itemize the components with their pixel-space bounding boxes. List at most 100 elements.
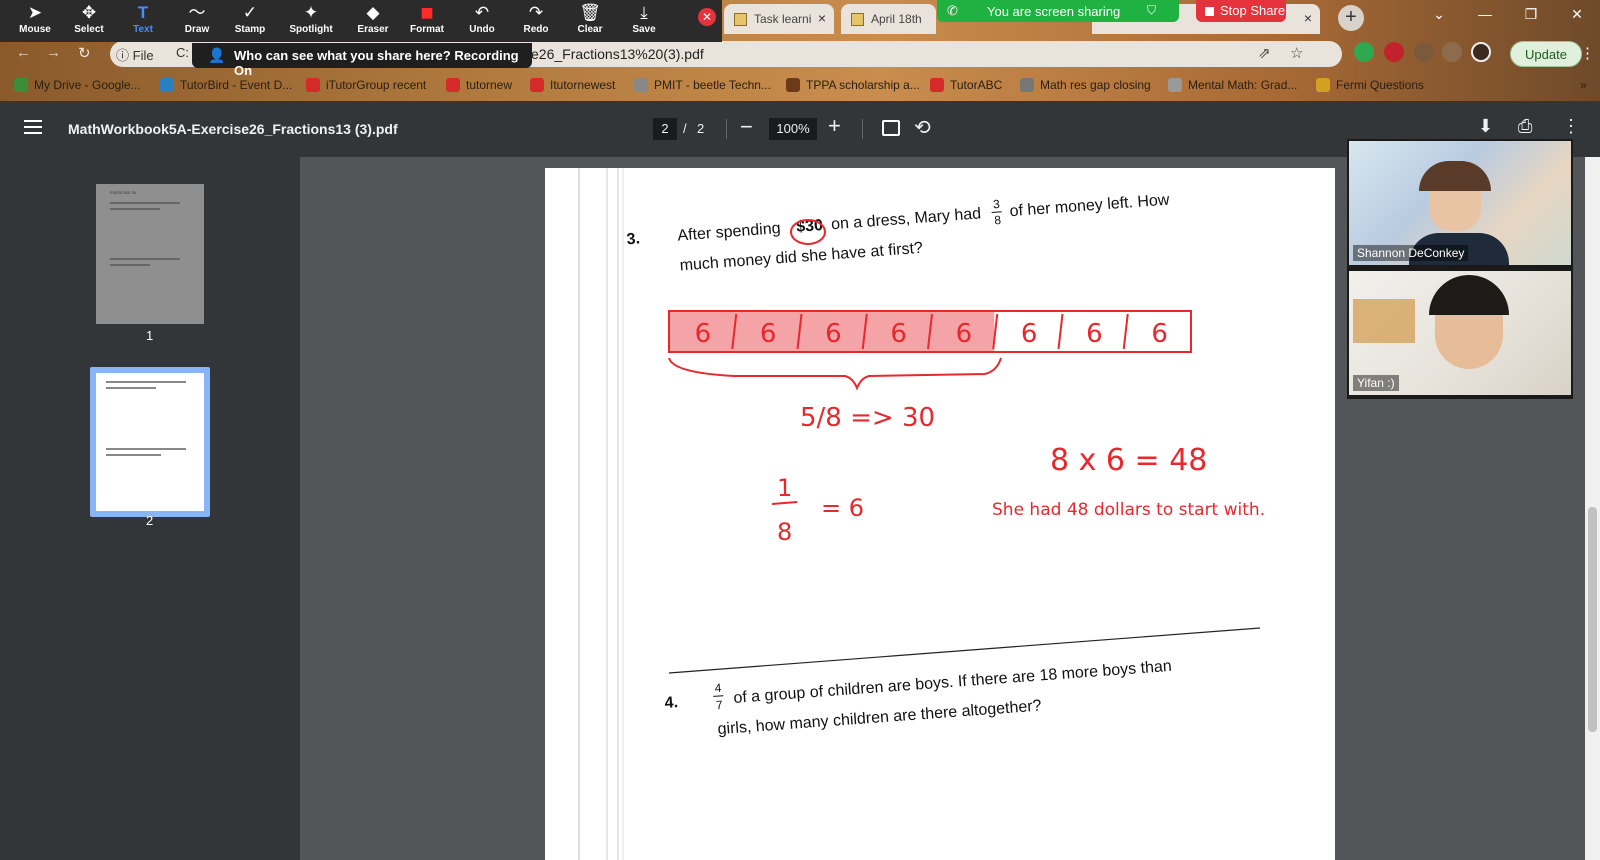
bookmark-item[interactable]: iTutorGroup recent: [306, 78, 426, 92]
video-tile-shannon[interactable]: Shannon DeConkey: [1349, 141, 1571, 265]
rotate-icon[interactable]: ⟲: [914, 115, 931, 140]
recording-tooltip[interactable]: 👤 Who can see what you share here? Recor…: [192, 43, 532, 78]
squiggle-icon: 〜: [188, 3, 206, 22]
restore-icon[interactable]: ❐: [1508, 0, 1554, 30]
thumbnail-text-line: [110, 202, 180, 204]
tool-label: Spotlight: [289, 24, 333, 35]
page-separator: /: [683, 121, 687, 136]
unit-note-denominator: 8: [777, 518, 792, 546]
tape-cell-label: 6: [1151, 319, 1168, 349]
new-tab-button[interactable]: +: [1338, 5, 1364, 31]
reload-icon[interactable]: ↻: [78, 44, 91, 62]
bookmark-item[interactable]: PMIT - beetle Techn...: [634, 78, 771, 92]
unit-note-numerator: 1: [777, 474, 792, 502]
vertical-scrollbar[interactable]: [1585, 157, 1600, 860]
download-icon[interactable]: ⬇: [1478, 116, 1493, 137]
scrollbar-thumb[interactable]: [1588, 507, 1597, 732]
tool-undo-button[interactable]: ↶ Undo: [454, 0, 510, 42]
zoom-level-input[interactable]: 100%: [769, 118, 817, 140]
question-text: on a dress, Mary had: [831, 205, 982, 233]
bookmark-item[interactable]: TutorBird - Event D...: [160, 78, 292, 92]
phone-icon: ✆: [947, 3, 958, 18]
pdf-page[interactable]: 3. After spending $30 on a dress, Mary h…: [545, 168, 1335, 860]
bookmark-item[interactable]: My Drive - Google...: [14, 78, 141, 92]
zoom-out-icon[interactable]: −: [740, 114, 753, 140]
annotation-close-icon[interactable]: ✕: [698, 8, 716, 26]
profile-avatar[interactable]: [1471, 42, 1491, 62]
bookmark-label: PMIT - beetle Techn...: [654, 78, 771, 92]
tool-select-button[interactable]: ✥ Select: [61, 0, 117, 42]
tool-draw-button[interactable]: 〜 Draw: [169, 0, 225, 42]
bookmark-item[interactable]: Itutornewest: [530, 78, 615, 92]
tool-redo-button[interactable]: ↷ Redo: [508, 0, 564, 42]
hamburger-menu-icon[interactable]: [24, 120, 42, 134]
tape-cell-label: 6: [1086, 319, 1103, 349]
bookmark-favicon-icon: [14, 78, 28, 92]
share-icon[interactable]: ⇗: [1258, 44, 1271, 62]
bookmark-favicon-icon: [1020, 78, 1034, 92]
tool-save-button[interactable]: ⤓ Save: [616, 0, 672, 42]
page-thumbnail-2[interactable]: [96, 373, 204, 511]
bookmark-label: My Drive - Google...: [34, 78, 141, 92]
bookmark-item[interactable]: Fermi Questions: [1316, 78, 1424, 92]
text-t-icon: T: [137, 3, 149, 22]
forward-arrow-icon[interactable]: →: [46, 44, 61, 61]
fraction-numerator: 3: [993, 197, 1001, 211]
tool-clear-button[interactable]: 🗑 Clear: [562, 0, 618, 42]
minimize-icon[interactable]: —: [1462, 0, 1508, 30]
bookmark-favicon-icon: [306, 78, 320, 92]
extensions-puzzle-icon[interactable]: [1442, 42, 1462, 62]
page-thumbnail-1[interactable]: EXERCISE 26: [96, 184, 204, 324]
omnibox-url: e26_Fractions13%20(3).pdf: [531, 46, 704, 62]
screen-sharing-banner[interactable]: ✆ You are screen sharing ⛉: [937, 0, 1179, 22]
tool-mouse-button[interactable]: ➤ Mouse: [7, 0, 63, 42]
print-icon[interactable]: ⎙: [1518, 116, 1532, 137]
tool-label: Save: [632, 24, 656, 35]
tool-label: Text: [133, 24, 153, 35]
tool-format-button[interactable]: ■ Format: [399, 0, 455, 42]
tool-label: Redo: [523, 24, 549, 35]
tool-eraser-button[interactable]: ◆ Eraser: [345, 0, 401, 42]
update-button[interactable]: Update: [1510, 41, 1582, 67]
bookmark-item[interactable]: tutornew: [446, 78, 512, 92]
tab-close-icon[interactable]: ×: [818, 10, 826, 26]
extension-icon[interactable]: [1354, 42, 1374, 62]
tab-close-icon[interactable]: ×: [1304, 10, 1312, 26]
thumbnail-text-line: [106, 454, 161, 456]
answer-text[interactable]: She had 48 dollars to start with.: [992, 500, 1265, 520]
thumbnail-sidebar: EXERCISE 26 1 2: [0, 157, 300, 860]
page-number-input[interactable]: 2: [653, 118, 677, 140]
bookmark-item[interactable]: TutorABC: [930, 78, 1002, 92]
tape-cell-label: 6: [825, 319, 842, 349]
browser-tab-task[interactable]: Task learni ×: [724, 4, 834, 34]
move-arrows-icon: ✥: [81, 3, 97, 22]
tab-search-icon[interactable]: ⌄: [1416, 0, 1462, 30]
bookmark-item[interactable]: Mental Math: Grad...: [1168, 78, 1297, 92]
bookmarks-overflow-icon[interactable]: »: [1580, 78, 1587, 92]
browser-menu-icon[interactable]: ⋮: [1580, 44, 1595, 62]
bookmark-item[interactable]: Math res gap closing: [1020, 78, 1151, 92]
window-close-icon[interactable]: ✕: [1554, 0, 1600, 30]
bookmark-label: TutorABC: [950, 78, 1003, 92]
back-arrow-icon[interactable]: ←: [16, 44, 31, 61]
tab-favicon-icon: [851, 13, 864, 26]
browser-tab-april[interactable]: April 18th: [841, 4, 936, 34]
bookmark-star-icon[interactable]: ☆: [1290, 44, 1303, 62]
question-3: 3. After spending $30 on a dress, Mary h…: [626, 191, 1170, 274]
fit-page-icon[interactable]: [882, 120, 900, 136]
zoom-in-icon[interactable]: +: [828, 113, 841, 139]
more-options-icon[interactable]: ⋮: [1562, 116, 1580, 137]
tool-stamp-button[interactable]: ✓ Stamp: [222, 0, 278, 42]
bookmark-item[interactable]: TPPA scholarship a...: [786, 78, 920, 92]
extension-icon[interactable]: [1384, 42, 1404, 62]
stop-share-button[interactable]: Stop Share: [1196, 0, 1286, 22]
bookmark-label: Math res gap closing: [1040, 78, 1151, 92]
tool-spotlight-button[interactable]: ✦ Spotlight: [283, 0, 339, 42]
question-text: of her money left. How: [1009, 191, 1170, 220]
tape-diagram: 6 6 6 6 6 6 6 6: [668, 310, 1192, 353]
tape-divider-ink: [1122, 313, 1129, 350]
fraction-denominator: 7: [715, 698, 723, 712]
video-tile-yifan[interactable]: Yifan :): [1349, 271, 1571, 395]
tool-text-button[interactable]: T Text: [115, 0, 171, 42]
extension-icon[interactable]: [1414, 42, 1434, 62]
